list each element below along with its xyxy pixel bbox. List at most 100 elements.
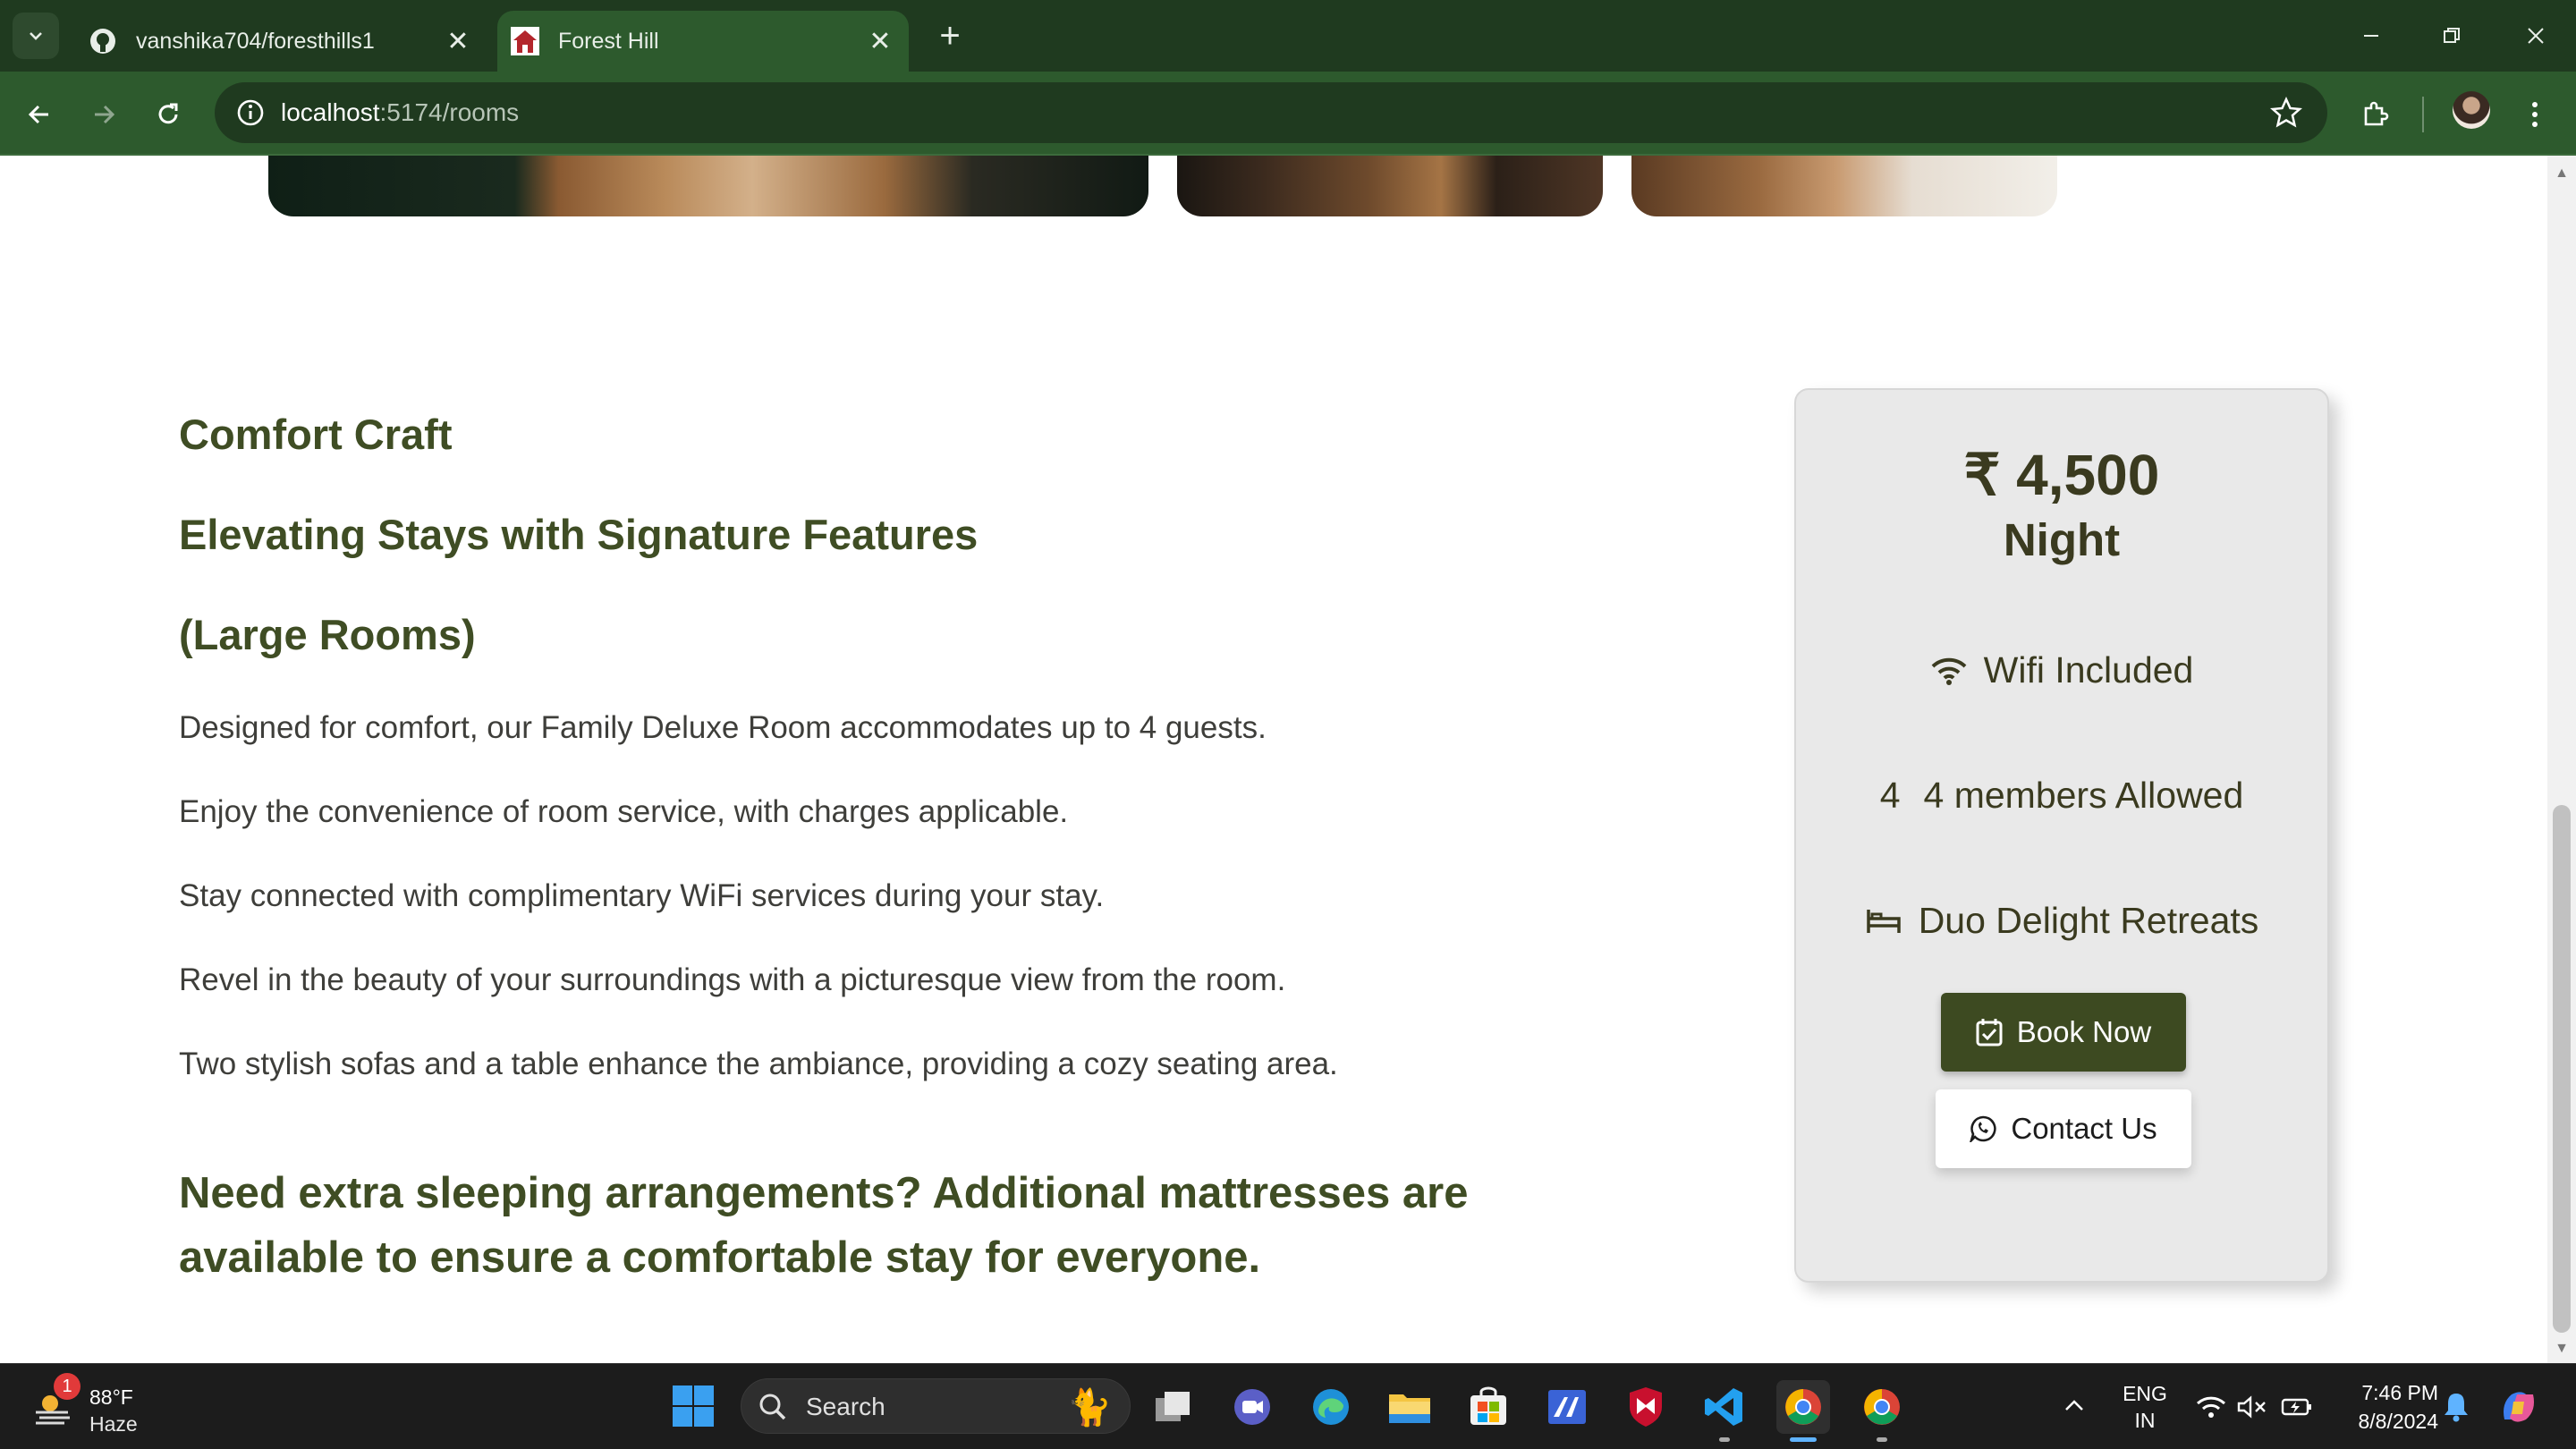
tab-title: Forest Hill (558, 28, 659, 54)
tab-search-dropdown-button[interactable] (13, 13, 59, 59)
chrome-app-active[interactable] (1776, 1380, 1830, 1434)
store-icon (1470, 1386, 1506, 1425)
page-scrollbar[interactable]: ▲ ▼ (2547, 156, 2576, 1363)
pen-app-icon (1548, 1390, 1586, 1424)
weather-condition: Haze (89, 1412, 138, 1436)
lang-code: ENG (2123, 1382, 2167, 1405)
feature-line: Two stylish sofas and a table enhance th… (179, 1046, 1338, 1081)
notification-bell-icon[interactable] (2438, 1389, 2474, 1425)
close-tab-icon[interactable]: ✕ (862, 23, 898, 59)
url-text[interactable]: localhost:5174/rooms (281, 98, 519, 127)
active-indicator (1790, 1437, 1817, 1442)
new-tab-button[interactable]: + (930, 16, 970, 55)
restore-window-button[interactable] (2411, 0, 2492, 72)
members-label: 4 members Allowed (1923, 775, 2244, 816)
book-now-button[interactable]: Book Now (1941, 993, 2186, 1072)
edge-browser-app[interactable] (1304, 1380, 1358, 1434)
close-window-button[interactable] (2496, 0, 2576, 72)
system-clock[interactable]: 7:46 PM 8/8/2024 (2331, 1378, 2438, 1436)
forward-button[interactable] (80, 91, 127, 138)
arrow-left-icon (28, 105, 48, 124)
whatsapp-icon (1970, 1115, 1997, 1142)
address-bar[interactable]: localhost:5174/rooms (215, 82, 2327, 143)
weather-widget[interactable]: 1 88°F Haze (27, 1373, 143, 1441)
browser-tab-bar: vanshika704/foresthills1 ✕ Forest Hill ✕… (0, 0, 2576, 72)
draw-app[interactable] (1540, 1380, 1594, 1434)
bookmark-star-icon[interactable] (2268, 95, 2304, 131)
bed-label: Duo Delight Retreats (1918, 900, 2259, 941)
site-info-icon[interactable] (233, 95, 268, 131)
file-explorer-app[interactable] (1383, 1380, 1436, 1434)
restore-icon (2444, 28, 2460, 43)
minimize-icon (2364, 35, 2378, 37)
edge-icon (1313, 1389, 1349, 1425)
mcafee-app[interactable] (1619, 1380, 1673, 1434)
clock-date: 8/8/2024 (2358, 1410, 2438, 1433)
scroll-up-arrow-icon[interactable]: ▲ (2547, 163, 2576, 184)
shield-icon (1630, 1387, 1662, 1427)
tab-github[interactable]: vanshika704/foresthills1 ✕ (75, 11, 487, 72)
notification-badge: 1 (54, 1373, 80, 1400)
reload-icon (158, 103, 178, 124)
price-period: Night (2003, 514, 2121, 565)
folder-icon (1389, 1394, 1430, 1423)
arrow-right-icon (95, 105, 115, 124)
wifi-feature: Wifi Included (1796, 649, 2327, 691)
extra-mattress-note: Need extra sleeping arrangements? Additi… (179, 1169, 1469, 1282)
booking-card: ₹ 4,500 Night Wifi Included 4 4 members … (1794, 388, 2329, 1283)
minimize-window-button[interactable] (2331, 0, 2411, 72)
tab-forest-hill[interactable]: Forest Hill ✕ (497, 11, 909, 72)
url-host: localhost (281, 98, 380, 126)
vscode-app[interactable] (1698, 1380, 1751, 1434)
chrome-icon (1864, 1389, 1900, 1425)
chrome-icon (1785, 1389, 1821, 1425)
book-now-label: Book Now (2016, 1015, 2152, 1048)
volume-muted-icon[interactable] (2234, 1391, 2270, 1423)
puzzle-icon (2364, 101, 2389, 126)
room-photo (1631, 156, 2057, 216)
feature-line: Enjoy the convenience of room service, w… (179, 794, 1069, 829)
windows-start-button[interactable] (671, 1384, 716, 1428)
scrollbar-thumb[interactable] (2553, 805, 2571, 1333)
github-icon (88, 26, 118, 56)
members-count-icon: 4 (1879, 775, 1901, 816)
running-indicator (1877, 1437, 1887, 1442)
url-path: :5174/rooms (379, 98, 520, 126)
room-title: Comfort Craft (179, 411, 453, 458)
reload-button[interactable] (145, 91, 191, 138)
contact-us-button[interactable]: Contact Us (1936, 1089, 2191, 1168)
contact-us-label: Contact Us (2011, 1112, 2157, 1145)
bed-feature: Duo Delight Retreats (1796, 900, 2327, 942)
wifi-label: Wifi Included (1983, 649, 2194, 691)
browser-toolbar: localhost:5174/rooms (0, 72, 2576, 156)
search-icon (759, 1394, 786, 1420)
scroll-down-arrow-icon[interactable]: ▼ (2547, 1338, 2576, 1360)
feature-line: Stay connected with complimentary WiFi s… (179, 878, 1105, 913)
profile-avatar[interactable] (2453, 91, 2490, 129)
extensions-button[interactable] (2352, 91, 2399, 138)
more-vertical-icon (2532, 102, 2538, 127)
wifi-status-icon[interactable] (2193, 1391, 2229, 1423)
show-hidden-icons-button[interactable] (2059, 1387, 2089, 1423)
house-icon (510, 26, 540, 56)
running-indicator (1719, 1437, 1730, 1442)
input-language-indicator[interactable]: ENG IN (2116, 1380, 2174, 1434)
close-tab-icon[interactable]: ✕ (440, 23, 476, 59)
tab-title: vanshika704/foresthills1 (136, 28, 375, 54)
room-size-label: (Large Rooms) (179, 611, 476, 658)
calendar-check-icon (1976, 1018, 2003, 1046)
windows-taskbar: 1 88°F Haze Search 🐈 ENG IN 7:46 PM 8/8/… (0, 1363, 2576, 1449)
back-button[interactable] (16, 91, 63, 138)
windows-logo-icon (673, 1385, 714, 1427)
copilot-icon[interactable] (2496, 1384, 2542, 1430)
chrome-app[interactable] (1855, 1380, 1909, 1434)
search-placeholder: Search (806, 1393, 886, 1420)
microsoft-store-app[interactable] (1462, 1380, 1515, 1434)
taskbar-search-box[interactable]: Search 🐈 (741, 1378, 1131, 1434)
task-view-button[interactable] (1147, 1380, 1200, 1434)
teams-chat-app[interactable] (1225, 1380, 1279, 1434)
room-price: ₹ 4,500 (1963, 443, 2160, 507)
battery-charging-icon[interactable] (2279, 1391, 2315, 1423)
browser-menu-button[interactable] (2512, 91, 2558, 138)
room-subtitle: Elevating Stays with Signature Features (179, 511, 979, 558)
